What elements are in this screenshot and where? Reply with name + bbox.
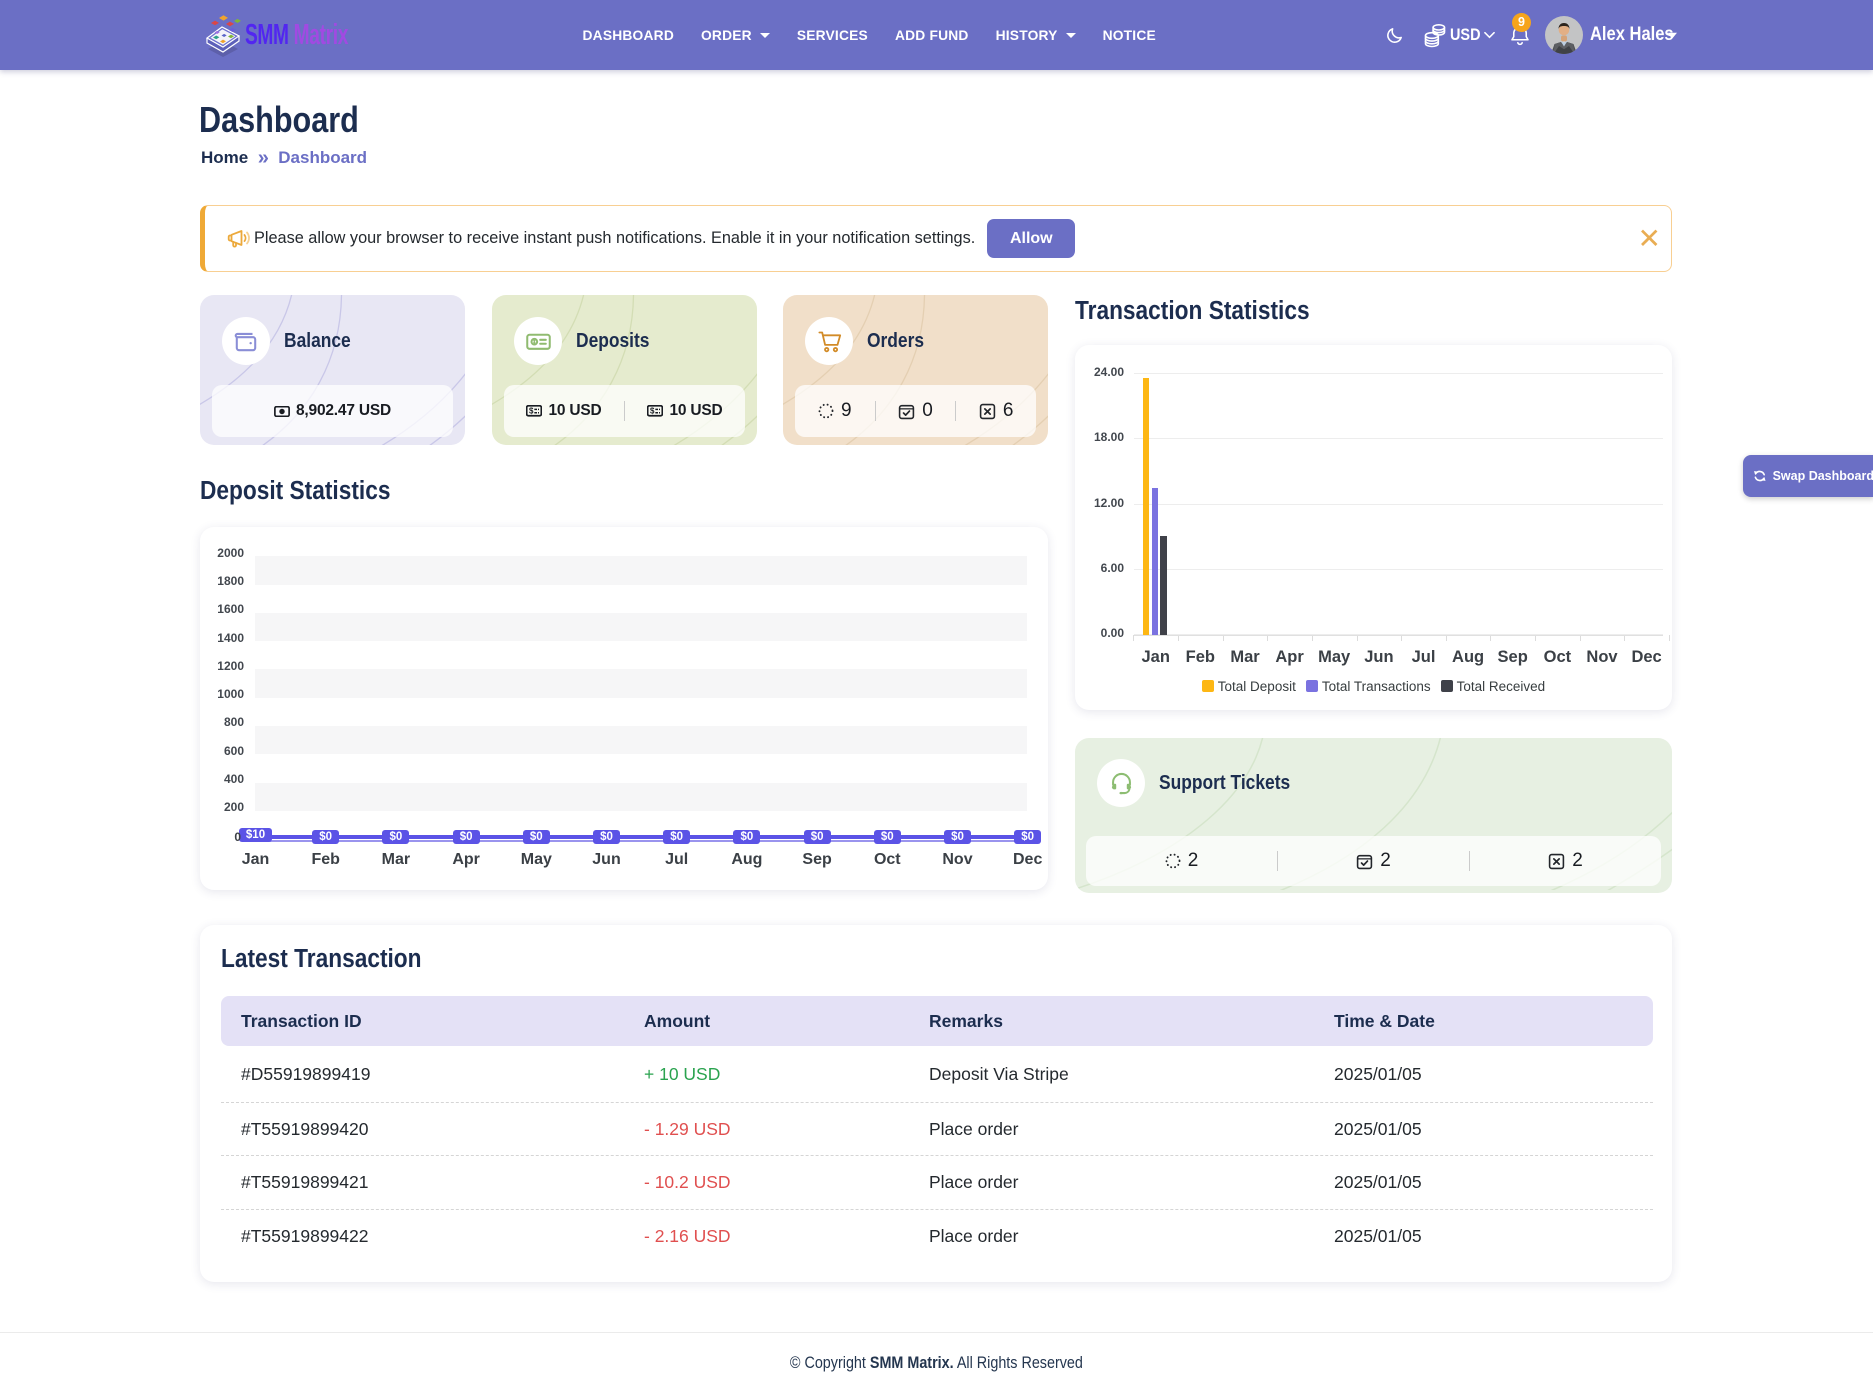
svg-text:$: $ [650, 407, 655, 416]
svg-text:$: $ [529, 407, 534, 416]
